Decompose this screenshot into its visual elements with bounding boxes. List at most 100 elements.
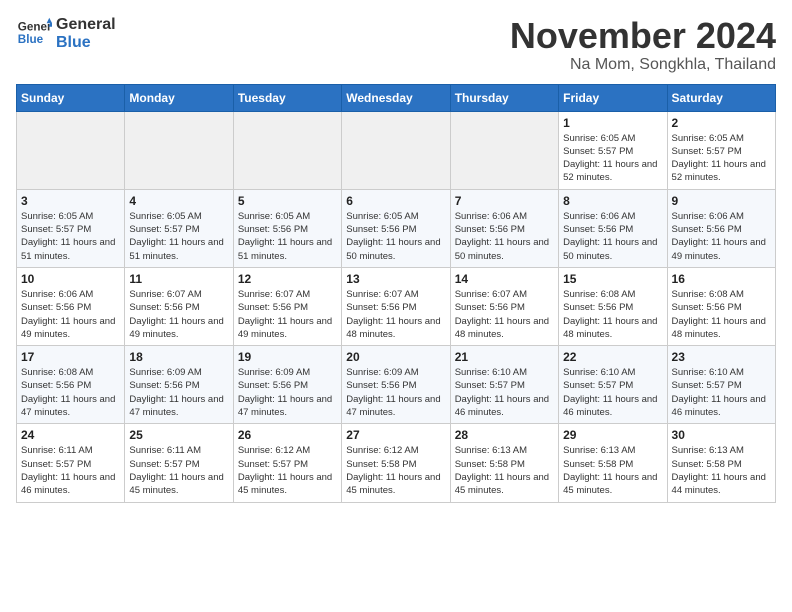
day-info: Sunrise: 6:09 AMSunset: 5:56 PMDaylight:… [346, 366, 445, 419]
day-cell: 19 Sunrise: 6:09 AMSunset: 5:56 PMDayligh… [233, 346, 341, 424]
calendar-header: SundayMondayTuesdayWednesdayThursdayFrid… [17, 84, 776, 111]
day-number: 5 [238, 194, 337, 208]
day-info: Sunrise: 6:08 AMSunset: 5:56 PMDaylight:… [563, 288, 662, 341]
header-cell-sunday: Sunday [17, 84, 125, 111]
day-number: 7 [455, 194, 554, 208]
day-info: Sunrise: 6:07 AMSunset: 5:56 PMDaylight:… [455, 288, 554, 341]
day-cell: 7 Sunrise: 6:06 AMSunset: 5:56 PMDaylight… [450, 189, 558, 267]
day-cell: 25Sunrise: 6:11 AMSunset: 5:57 PMDayligh… [125, 424, 233, 502]
svg-text:Blue: Blue [18, 33, 44, 46]
day-cell: 18 Sunrise: 6:09 AMSunset: 5:56 PMDayligh… [125, 346, 233, 424]
day-cell: 8 Sunrise: 6:06 AMSunset: 5:56 PMDaylight… [559, 189, 667, 267]
day-number: 17 [21, 350, 120, 364]
day-number: 22 [563, 350, 662, 364]
day-number: 9 [672, 194, 771, 208]
header-cell-friday: Friday [559, 84, 667, 111]
day-info: Sunrise: 6:06 AMSunset: 5:56 PMDaylight:… [672, 210, 771, 263]
day-info: Sunrise: 6:05 AMSunset: 5:57 PMDaylight:… [21, 210, 120, 263]
day-cell: 2 Sunrise: 6:05 AMSunset: 5:57 PMDaylight… [667, 111, 775, 189]
day-cell: 14 Sunrise: 6:07 AMSunset: 5:56 PMDayligh… [450, 267, 558, 345]
day-cell: 12Sunrise: 6:07 AMSunset: 5:56 PMDayligh… [233, 267, 341, 345]
day-number: 8 [563, 194, 662, 208]
day-info: Sunrise: 6:09 AMSunset: 5:56 PMDaylight:… [238, 366, 337, 419]
day-number: 25 [129, 428, 228, 442]
day-cell: 24Sunrise: 6:11 AMSunset: 5:57 PMDayligh… [17, 424, 125, 502]
day-info: Sunrise: 6:07 AMSunset: 5:56 PMDaylight:… [238, 288, 337, 341]
day-cell [450, 111, 558, 189]
day-cell: 3 Sunrise: 6:05 AMSunset: 5:57 PMDaylight… [17, 189, 125, 267]
day-info: Sunrise: 6:13 AMSunset: 5:58 PMDaylight:… [672, 444, 771, 497]
day-info: Sunrise: 6:10 AMSunset: 5:57 PMDaylight:… [563, 366, 662, 419]
day-number: 10 [21, 272, 120, 286]
day-info: Sunrise: 6:10 AMSunset: 5:57 PMDaylight:… [455, 366, 554, 419]
week-row-2: 3 Sunrise: 6:05 AMSunset: 5:57 PMDaylight… [17, 189, 776, 267]
day-number: 6 [346, 194, 445, 208]
day-info: Sunrise: 6:06 AMSunset: 5:56 PMDaylight:… [21, 288, 120, 341]
header-cell-thursday: Thursday [450, 84, 558, 111]
day-cell: 28Sunrise: 6:13 AMSunset: 5:58 PMDayligh… [450, 424, 558, 502]
header-cell-saturday: Saturday [667, 84, 775, 111]
day-info: Sunrise: 6:05 AMSunset: 5:57 PMDaylight:… [672, 132, 771, 185]
calendar-table: SundayMondayTuesdayWednesdayThursdayFrid… [16, 84, 776, 503]
day-cell: 5 Sunrise: 6:05 AMSunset: 5:56 PMDaylight… [233, 189, 341, 267]
week-row-1: 1Sunrise: 6:05 AMSunset: 5:57 PMDaylight… [17, 111, 776, 189]
day-cell: 30Sunrise: 6:13 AMSunset: 5:58 PMDayligh… [667, 424, 775, 502]
day-info: Sunrise: 6:05 AMSunset: 5:57 PMDaylight:… [563, 132, 662, 185]
day-cell: 20 Sunrise: 6:09 AMSunset: 5:56 PMDayligh… [342, 346, 450, 424]
day-info: Sunrise: 6:06 AMSunset: 5:56 PMDaylight:… [563, 210, 662, 263]
day-info: Sunrise: 6:05 AMSunset: 5:56 PMDaylight:… [238, 210, 337, 263]
day-cell [17, 111, 125, 189]
day-number: 16 [672, 272, 771, 286]
day-info: Sunrise: 6:10 AMSunset: 5:57 PMDaylight:… [672, 366, 771, 419]
day-info: Sunrise: 6:12 AMSunset: 5:57 PMDaylight:… [238, 444, 337, 497]
day-info: Sunrise: 6:13 AMSunset: 5:58 PMDaylight:… [563, 444, 662, 497]
day-number: 26 [238, 428, 337, 442]
day-number: 2 [672, 116, 771, 130]
logo: General Blue General Blue [16, 16, 116, 52]
day-info: Sunrise: 6:07 AMSunset: 5:56 PMDaylight:… [129, 288, 228, 341]
day-cell: 23 Sunrise: 6:10 AMSunset: 5:57 PMDayligh… [667, 346, 775, 424]
day-number: 14 [455, 272, 554, 286]
day-cell: 11 Sunrise: 6:07 AMSunset: 5:56 PMDayligh… [125, 267, 233, 345]
day-cell: 4Sunrise: 6:05 AMSunset: 5:57 PMDaylight… [125, 189, 233, 267]
day-cell: 13Sunrise: 6:07 AMSunset: 5:56 PMDayligh… [342, 267, 450, 345]
day-cell: 26 Sunrise: 6:12 AMSunset: 5:57 PMDayligh… [233, 424, 341, 502]
day-number: 20 [346, 350, 445, 364]
day-cell: 29 Sunrise: 6:13 AMSunset: 5:58 PMDayligh… [559, 424, 667, 502]
week-row-3: 10 Sunrise: 6:06 AMSunset: 5:56 PMDayligh… [17, 267, 776, 345]
day-number: 29 [563, 428, 662, 442]
day-cell: 15 Sunrise: 6:08 AMSunset: 5:56 PMDayligh… [559, 267, 667, 345]
day-number: 3 [21, 194, 120, 208]
day-number: 11 [129, 272, 228, 286]
day-cell: 17 Sunrise: 6:08 AMSunset: 5:56 PMDayligh… [17, 346, 125, 424]
title-block: November 2024 Na Mom, Songkhla, Thailand [510, 16, 776, 74]
day-cell: 6 Sunrise: 6:05 AMSunset: 5:56 PMDaylight… [342, 189, 450, 267]
day-number: 19 [238, 350, 337, 364]
header-row: SundayMondayTuesdayWednesdayThursdayFrid… [17, 84, 776, 111]
day-number: 24 [21, 428, 120, 442]
day-cell [233, 111, 341, 189]
day-cell: 10 Sunrise: 6:06 AMSunset: 5:56 PMDayligh… [17, 267, 125, 345]
logo-general-text: General [56, 16, 116, 34]
logo-blue-text: Blue [56, 34, 116, 52]
day-cell: 9 Sunrise: 6:06 AMSunset: 5:56 PMDaylight… [667, 189, 775, 267]
day-number: 28 [455, 428, 554, 442]
day-number: 27 [346, 428, 445, 442]
day-number: 15 [563, 272, 662, 286]
day-number: 18 [129, 350, 228, 364]
day-info: Sunrise: 6:05 AMSunset: 5:56 PMDaylight:… [346, 210, 445, 263]
day-cell: 16 Sunrise: 6:08 AMSunset: 5:56 PMDayligh… [667, 267, 775, 345]
svg-text:General: General [18, 20, 52, 33]
day-cell: 21 Sunrise: 6:10 AMSunset: 5:57 PMDayligh… [450, 346, 558, 424]
day-info: Sunrise: 6:06 AMSunset: 5:56 PMDaylight:… [455, 210, 554, 263]
day-info: Sunrise: 6:07 AMSunset: 5:56 PMDaylight:… [346, 288, 445, 341]
day-number: 21 [455, 350, 554, 364]
day-cell [342, 111, 450, 189]
day-info: Sunrise: 6:08 AMSunset: 5:56 PMDaylight:… [21, 366, 120, 419]
calendar-body: 1Sunrise: 6:05 AMSunset: 5:57 PMDaylight… [17, 111, 776, 502]
day-info: Sunrise: 6:09 AMSunset: 5:56 PMDaylight:… [129, 366, 228, 419]
day-info: Sunrise: 6:08 AMSunset: 5:56 PMDaylight:… [672, 288, 771, 341]
day-cell: 27Sunrise: 6:12 AMSunset: 5:58 PMDayligh… [342, 424, 450, 502]
day-number: 23 [672, 350, 771, 364]
month-title: November 2024 [510, 16, 776, 56]
